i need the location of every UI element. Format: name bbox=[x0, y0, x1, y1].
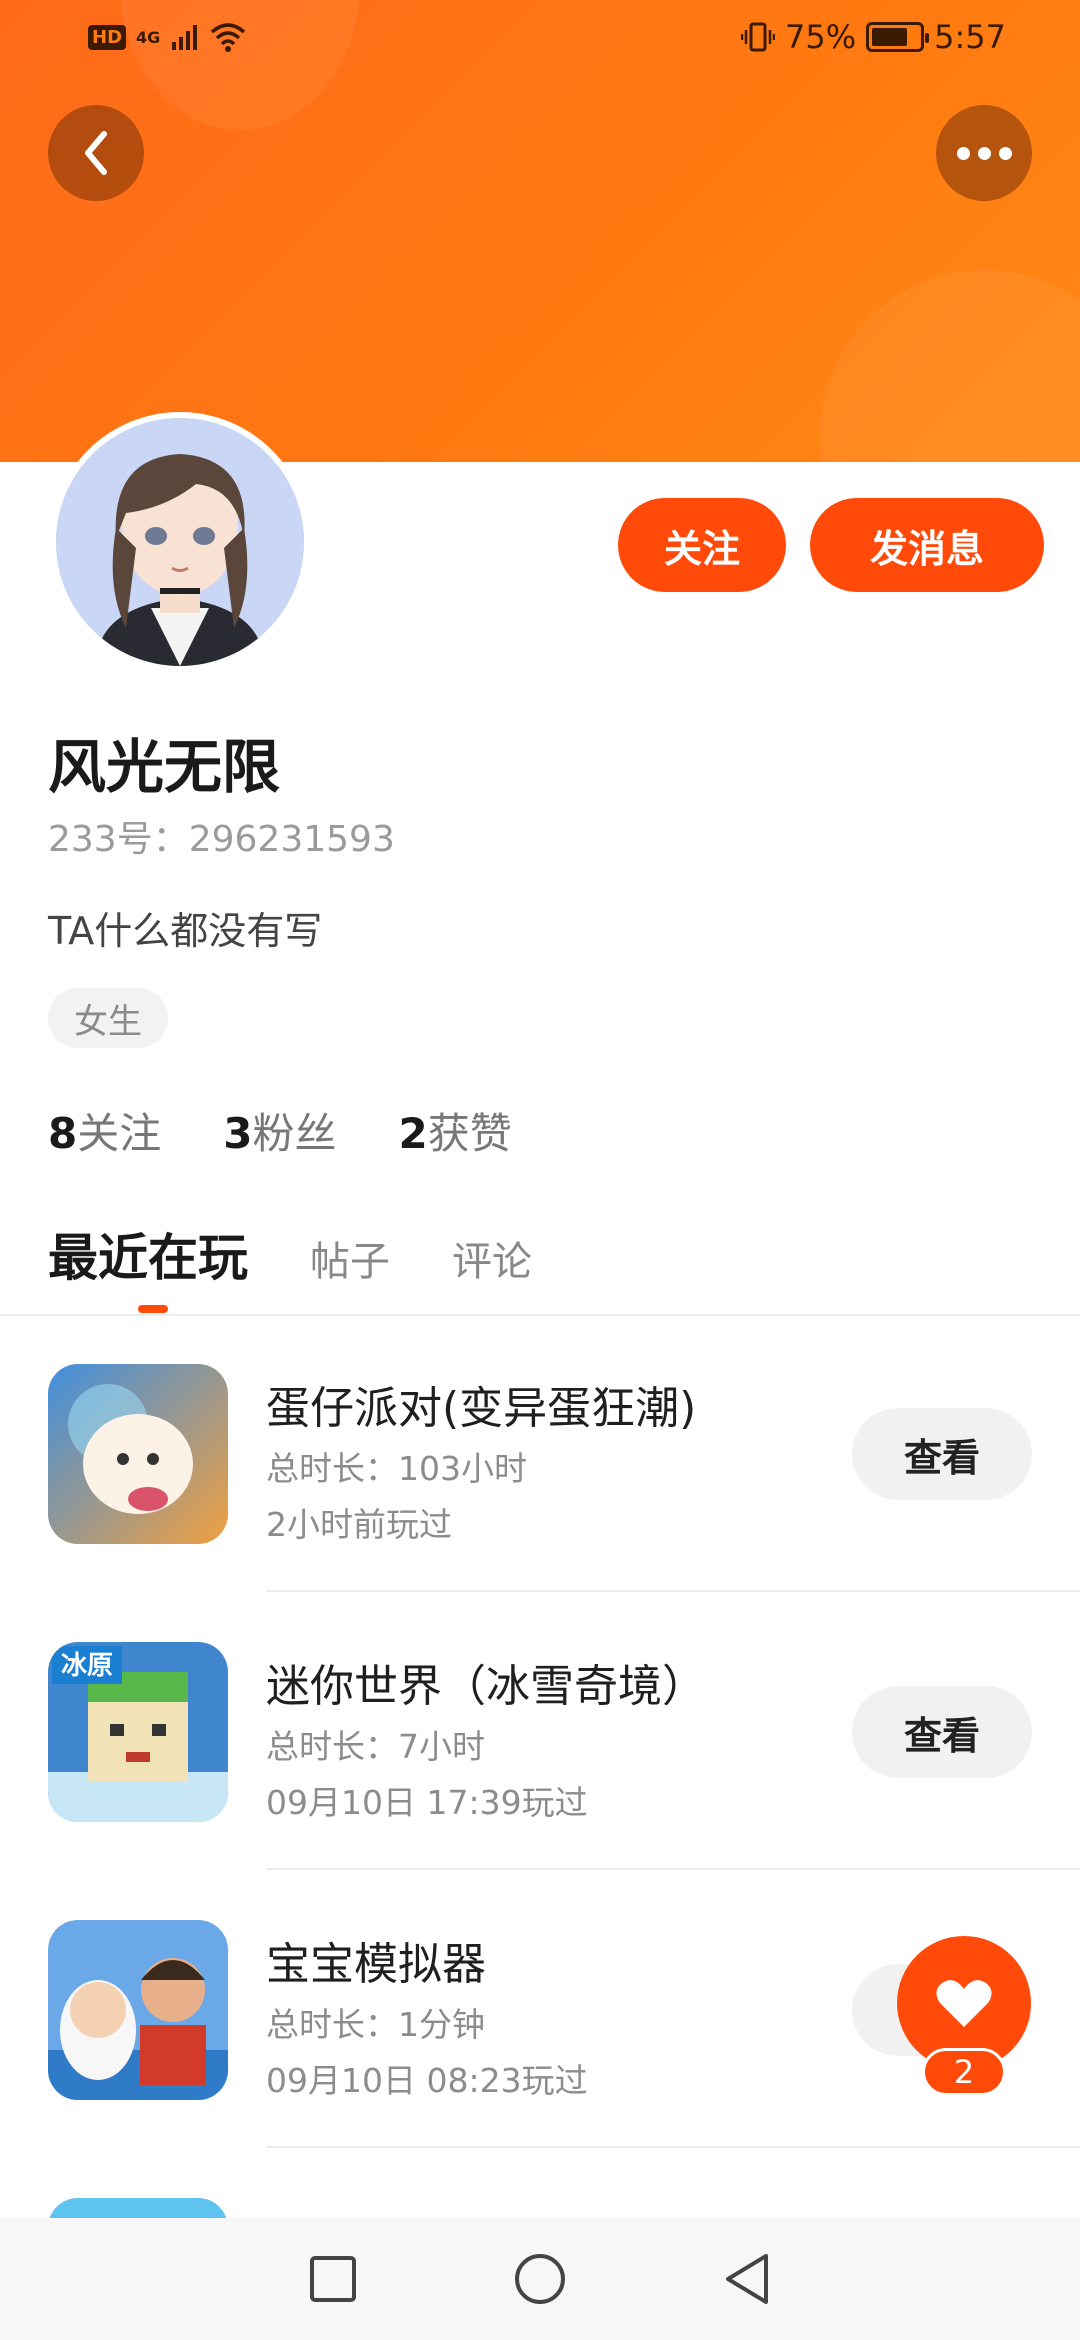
game-title: 宝宝模拟器 bbox=[266, 1939, 486, 1990]
game-item[interactable]: 冰原 迷你世界（冰雪奇境） 总时长：7小时 09月10日 17:39玩过 查看 bbox=[0, 1642, 1080, 1922]
user-id: 233号：296231593 bbox=[48, 819, 395, 860]
view-button[interactable]: 查看 bbox=[852, 1408, 1032, 1500]
divider bbox=[266, 1868, 1080, 1870]
profile-banner: HD 4G 75% 5:57 bbox=[0, 0, 1080, 462]
vibrate-icon bbox=[741, 22, 776, 52]
avatar-illustration bbox=[56, 418, 304, 666]
game-duration: 总时长：1分钟 bbox=[266, 2005, 485, 2044]
stat-fans[interactable]: 3粉丝 bbox=[223, 1100, 336, 1161]
stat-likes[interactable]: 2获赞 bbox=[399, 1100, 512, 1161]
send-message-button[interactable]: 发消息 bbox=[810, 498, 1044, 592]
more-button[interactable] bbox=[936, 105, 1032, 201]
chevron-left-icon bbox=[85, 131, 107, 175]
system-nav-bar bbox=[0, 2218, 1080, 2340]
profile-stats: 8关注 3粉丝 2获赞 bbox=[48, 1100, 512, 1161]
game-title: 蛋仔派对(变异蛋狂潮) bbox=[266, 1383, 697, 1434]
profile-tabs: 最近在玩 帖子 评论 bbox=[48, 1218, 532, 1290]
user-name: 风光无限 bbox=[48, 733, 281, 801]
recent-apps-button[interactable] bbox=[293, 2239, 373, 2319]
divider bbox=[266, 1590, 1080, 1592]
status-bar: HD 4G 75% 5:57 bbox=[0, 0, 1080, 80]
game-title: 迷你世界（冰雪奇境） bbox=[266, 1661, 706, 1712]
clock: 5:57 bbox=[934, 18, 1006, 56]
network-type: 4G bbox=[136, 27, 161, 47]
game-icon-baby-simulator bbox=[48, 1920, 228, 2100]
heart-icon bbox=[936, 1980, 992, 2027]
view-button[interactable]: 查看 bbox=[852, 1686, 1032, 1778]
follow-button[interactable]: 关注 bbox=[618, 498, 786, 592]
banner-decoration bbox=[820, 270, 1080, 462]
signal-icon bbox=[172, 25, 198, 50]
home-icon bbox=[514, 2254, 565, 2304]
game-item[interactable] bbox=[0, 2198, 1080, 2218]
divider bbox=[266, 2146, 1080, 2148]
back-triangle-icon bbox=[725, 2254, 768, 2304]
game-last-played: 2小时前玩过 bbox=[266, 1505, 452, 1544]
game-last-played: 09月10日 17:39玩过 bbox=[266, 1783, 588, 1822]
game-duration: 总时长：103小时 bbox=[266, 1449, 527, 1488]
wifi-icon bbox=[211, 23, 246, 52]
tab-indicator bbox=[138, 1305, 168, 1313]
tab-comments[interactable]: 评论 bbox=[452, 1229, 532, 1287]
avatar[interactable] bbox=[50, 412, 310, 672]
back-nav-button[interactable] bbox=[707, 2239, 787, 2319]
svg-text:冰原: 冰原 bbox=[61, 1651, 113, 1681]
battery-percent: 75% bbox=[785, 18, 857, 56]
tab-posts[interactable]: 帖子 bbox=[310, 1229, 390, 1287]
gender-tag: 女生 bbox=[48, 988, 168, 1048]
game-duration: 总时长：7小时 bbox=[266, 1727, 485, 1766]
game-last-played: 09月10日 08:23玩过 bbox=[266, 2061, 588, 2100]
home-button[interactable] bbox=[500, 2239, 580, 2319]
back-button[interactable] bbox=[48, 105, 144, 201]
divider bbox=[0, 1314, 1080, 1316]
game-icon-mini-world: 冰原 bbox=[48, 1642, 228, 1822]
tab-recent-games[interactable]: 最近在玩 bbox=[48, 1218, 248, 1290]
hd-icon: HD bbox=[88, 24, 127, 50]
stat-following[interactable]: 8关注 bbox=[48, 1100, 161, 1161]
game-icon-eggy-party bbox=[48, 1364, 228, 1544]
game-item[interactable]: 蛋仔派对(变异蛋狂潮) 总时长：103小时 2小时前玩过 查看 bbox=[0, 1364, 1080, 1644]
more-dots-icon bbox=[956, 146, 1012, 160]
battery-icon bbox=[866, 22, 930, 52]
user-bio: TA什么都没有写 bbox=[48, 909, 323, 953]
like-count-badge: 2 bbox=[922, 2048, 1006, 2096]
recent-apps-icon bbox=[310, 2256, 357, 2302]
game-icon bbox=[48, 2198, 228, 2218]
